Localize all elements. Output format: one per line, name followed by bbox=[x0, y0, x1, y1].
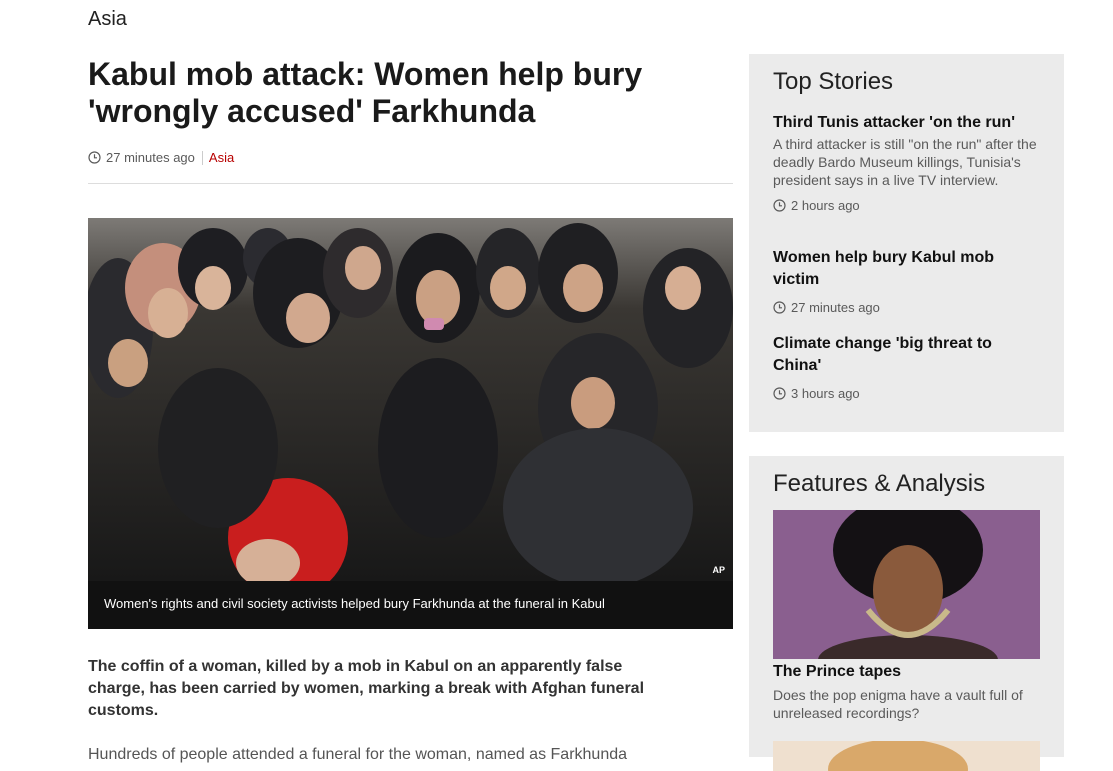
top-stories-title: Top Stories bbox=[773, 68, 894, 95]
article-timestamp: 27 minutes ago bbox=[106, 150, 195, 165]
story-time-text: 27 minutes ago bbox=[791, 300, 880, 315]
story-time-text: 2 hours ago bbox=[791, 198, 860, 213]
meta-divider bbox=[201, 150, 203, 165]
story-item: Third Tunis attacker 'on the run' A thir… bbox=[773, 112, 1043, 213]
story-title-link[interactable]: Women help bury Kabul mob victim bbox=[773, 247, 1043, 291]
clock-icon bbox=[773, 199, 786, 212]
feature-image[interactable] bbox=[773, 741, 1040, 771]
article: Kabul mob attack: Women help bury 'wrong… bbox=[88, 56, 733, 763]
feature-image[interactable] bbox=[773, 510, 1040, 659]
article-section-link[interactable]: Asia bbox=[209, 150, 234, 165]
story-title-link[interactable]: Climate change 'big threat to China' bbox=[773, 333, 1043, 377]
headline: Kabul mob attack: Women help bury 'wrong… bbox=[88, 56, 643, 129]
clock-icon bbox=[88, 151, 101, 164]
section-label[interactable]: Asia bbox=[88, 8, 127, 31]
story-timestamp: 27 minutes ago bbox=[773, 300, 1043, 315]
section-link[interactable]: Asia bbox=[88, 8, 127, 30]
feature-title-link[interactable]: The Prince tapes bbox=[773, 663, 901, 681]
article-photo bbox=[88, 218, 733, 581]
image-credit: AP bbox=[712, 565, 725, 575]
clock-icon bbox=[773, 387, 786, 400]
features-title: Features & Analysis bbox=[773, 470, 986, 497]
top-stories-panel: Top Stories Third Tunis attacker 'on the… bbox=[749, 54, 1064, 432]
story-title-link[interactable]: Third Tunis attacker 'on the run' bbox=[773, 112, 1043, 134]
features-panel: Features & Analysis The Prince tapes Doe… bbox=[749, 456, 1064, 771]
article-figure: AP Women's rights and civil society acti… bbox=[88, 218, 733, 629]
story-time-text: 3 hours ago bbox=[791, 386, 860, 401]
divider bbox=[88, 183, 733, 184]
feature-summary: Does the pop enigma have a vault full of… bbox=[773, 687, 1023, 721]
story-timestamp: 2 hours ago bbox=[773, 198, 1043, 213]
clock-icon bbox=[773, 301, 786, 314]
story-item: Women help bury Kabul mob victim 27 minu… bbox=[773, 247, 1043, 315]
article-meta: 27 minutes ago Asia bbox=[88, 150, 733, 165]
story-timestamp: 3 hours ago bbox=[773, 386, 1043, 401]
story-item: Climate change 'big threat to China' 3 h… bbox=[773, 333, 1043, 401]
article-intro: The coffin of a woman, killed by a mob i… bbox=[88, 658, 645, 719]
article-body: Hundreds of people attended a funeral fo… bbox=[88, 746, 628, 763]
story-summary: A third attacker is still "on the run" a… bbox=[773, 136, 1037, 188]
image-caption: Women's rights and civil society activis… bbox=[104, 596, 605, 611]
